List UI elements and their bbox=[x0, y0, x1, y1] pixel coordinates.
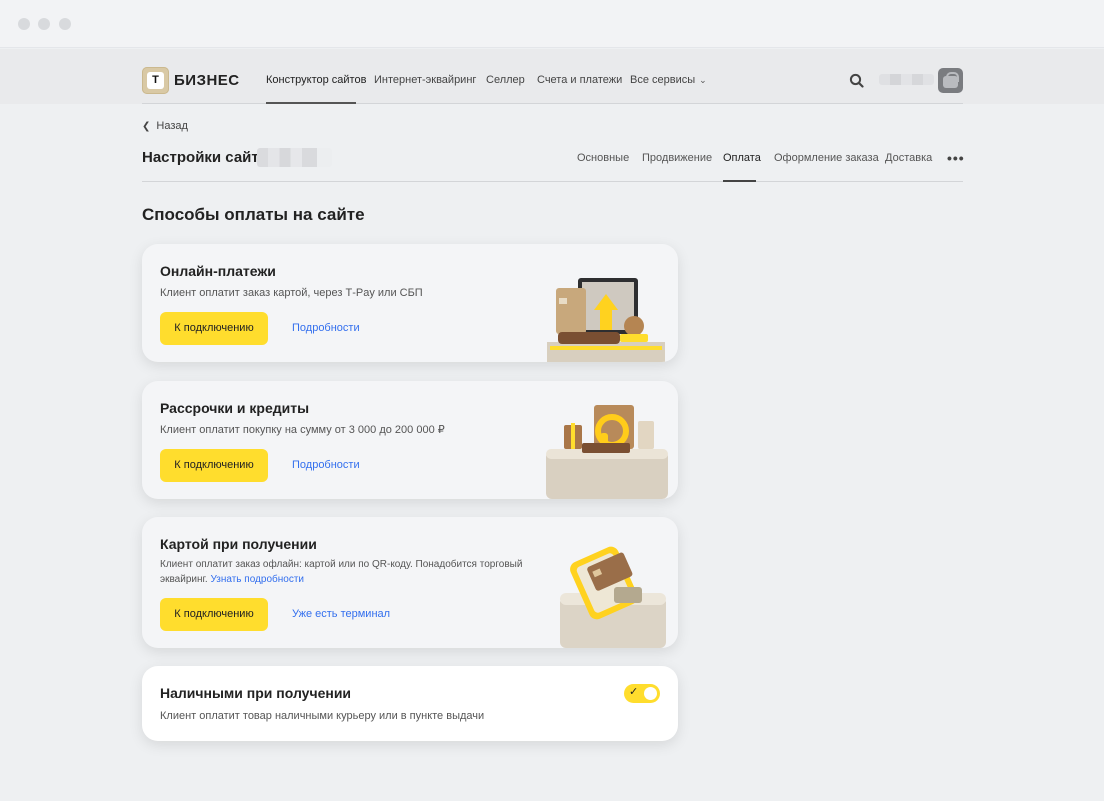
page-title: Настройки сайта bbox=[142, 149, 268, 166]
card-title: Наличными при получении bbox=[160, 685, 352, 701]
window-minimize-dot[interactable] bbox=[38, 18, 50, 30]
details-link[interactable]: Подробности bbox=[292, 322, 360, 334]
nav-seller[interactable]: Селлер bbox=[486, 74, 525, 86]
tab-active-underline bbox=[723, 180, 756, 182]
logo-text[interactable]: БИЗНЕС bbox=[174, 72, 240, 89]
window-close-dot[interactable] bbox=[18, 18, 30, 30]
existing-terminal-link[interactable]: Уже есть терминал bbox=[292, 608, 390, 620]
tab-checkout[interactable]: Оформление заказа bbox=[774, 152, 879, 164]
back-link[interactable]: ❮ Назад bbox=[142, 120, 188, 132]
terminal-illustration bbox=[560, 546, 666, 648]
card-card-on-delivery: Картой при получении Клиент оплатит зака… bbox=[142, 517, 678, 648]
card-installments: Рассрочки и кредиты Клиент оплатит покуп… bbox=[142, 381, 678, 499]
site-name-blurred bbox=[257, 148, 332, 167]
connect-button[interactable]: К подключению bbox=[160, 598, 268, 631]
card-description: Клиент оплатит заказ офлайн: картой или … bbox=[160, 557, 530, 587]
nav-accounts-payments[interactable]: Счета и платежи bbox=[537, 74, 622, 86]
browser-chrome bbox=[0, 0, 1104, 48]
nav-all-services[interactable]: Все сервисы ⌄ bbox=[630, 74, 707, 86]
nav-internet-acquiring[interactable]: Интернет-эквайринг bbox=[374, 74, 476, 86]
details-link[interactable]: Подробности bbox=[292, 459, 360, 471]
checkmark-icon: ✓ bbox=[629, 686, 639, 698]
card-title: Онлайн-платежи bbox=[160, 263, 276, 279]
avatar[interactable] bbox=[938, 68, 963, 93]
laptop-illustration bbox=[547, 278, 665, 362]
card-online-payments: Онлайн-платежи Клиент оплатит заказ карт… bbox=[142, 244, 678, 362]
logo-icon[interactable]: Т bbox=[142, 67, 169, 94]
card-cash-on-delivery: Наличными при получении Клиент оплатит т… bbox=[142, 666, 678, 741]
tab-delivery[interactable]: Доставка bbox=[885, 152, 932, 164]
search-icon[interactable] bbox=[849, 73, 864, 88]
tab-payment[interactable]: Оплата bbox=[723, 152, 761, 164]
logo-letter: Т bbox=[147, 72, 164, 89]
chevron-left-icon: ❮ bbox=[142, 121, 151, 132]
tab-promotion[interactable]: Продвижение bbox=[642, 152, 712, 164]
cash-toggle[interactable]: ✓ bbox=[624, 684, 660, 703]
tabs-divider bbox=[142, 181, 963, 182]
more-tabs-icon[interactable]: ••• bbox=[947, 150, 965, 166]
card-title: Картой при получении bbox=[160, 536, 317, 552]
card-description: Клиент оплатит заказ картой, через T‑Pay… bbox=[160, 287, 423, 299]
card-title: Рассрочки и кредиты bbox=[160, 400, 310, 416]
section-title: Способы оплаты на сайте bbox=[142, 205, 365, 224]
chevron-down-icon: ⌄ bbox=[699, 75, 707, 85]
nav-active-underline bbox=[266, 102, 356, 104]
nav-all-services-label: Все сервисы bbox=[630, 74, 696, 86]
nav-site-builder[interactable]: Конструктор сайтов bbox=[266, 74, 366, 86]
account-name-blurred[interactable] bbox=[879, 74, 934, 85]
window-maximize-dot[interactable] bbox=[59, 18, 71, 30]
connect-button[interactable]: К подключению bbox=[160, 312, 268, 345]
card-description: Клиент оплатит покупку на сумму от 3 000… bbox=[160, 424, 445, 436]
tab-general[interactable]: Основные bbox=[577, 152, 629, 164]
learn-more-link[interactable]: Узнать подробности bbox=[210, 574, 304, 585]
card-description: Клиент оплатит товар наличными курьеру и… bbox=[160, 710, 485, 722]
connect-button[interactable]: К подключению bbox=[160, 449, 268, 482]
toggle-knob bbox=[644, 687, 657, 700]
back-label: Назад bbox=[156, 120, 188, 132]
gifts-illustration bbox=[546, 405, 668, 499]
